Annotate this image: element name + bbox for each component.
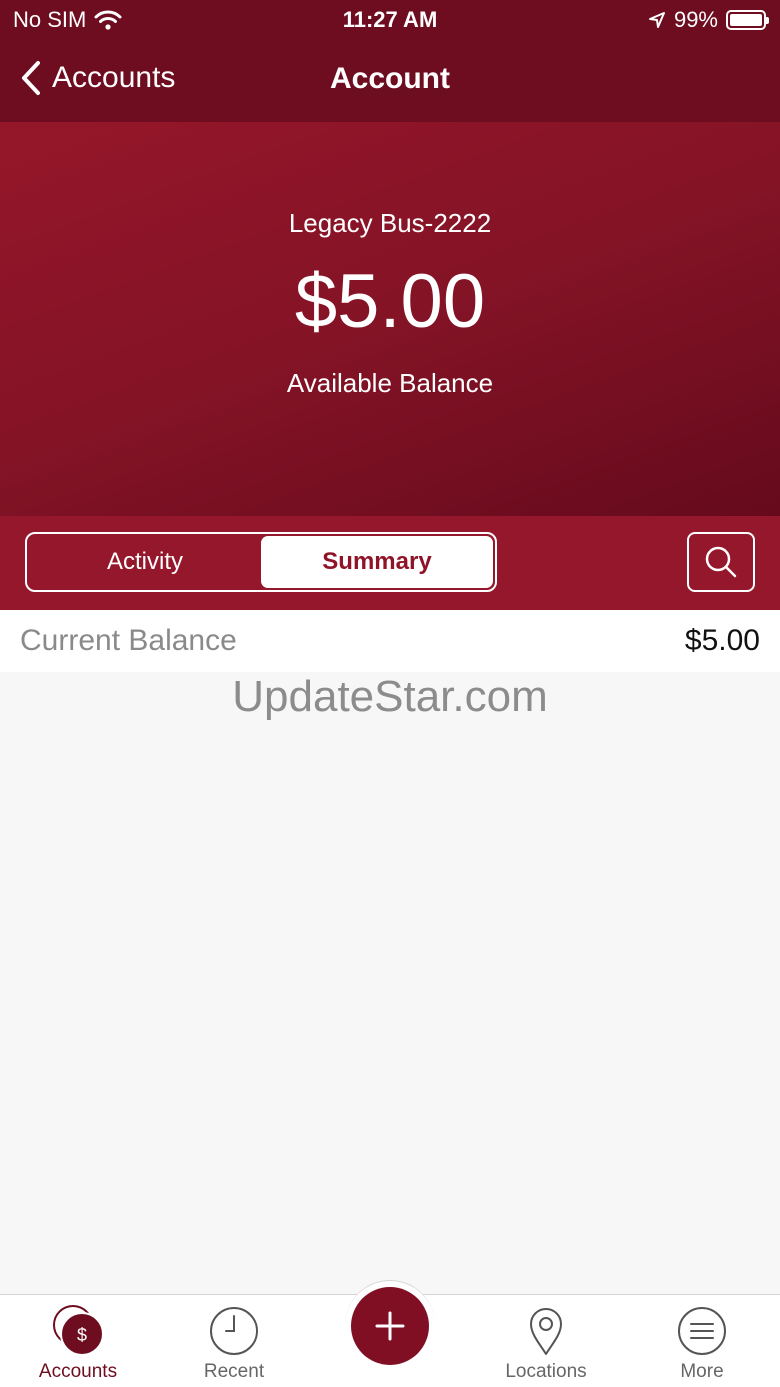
status-bar: No SIM 11:27 AM 99% — [0, 0, 780, 40]
current-balance-label: Current Balance — [20, 624, 237, 657]
tabbar-label: Accounts — [38, 1361, 118, 1382]
back-button[interactable]: Accounts — [20, 60, 175, 96]
battery-percent: 99% — [673, 7, 718, 32]
tabbar-recent[interactable]: Recent — [156, 1305, 312, 1383]
tabbar-more[interactable]: More — [624, 1305, 780, 1383]
tabbar-accounts[interactable]: $ Accounts — [0, 1305, 156, 1383]
dollar-coin-icon: $ — [53, 1305, 104, 1356]
available-balance-amount: $5.00 — [294, 259, 486, 344]
search-button[interactable] — [687, 532, 755, 592]
location-arrow-icon — [648, 12, 665, 28]
current-balance-value: $5.00 — [684, 624, 760, 657]
tab-activity[interactable]: Activity — [29, 536, 261, 588]
menu-icon — [678, 1307, 726, 1355]
add-button[interactable] — [351, 1287, 429, 1365]
account-header: Legacy Bus-2222 $5.00 Available Balance — [0, 122, 780, 516]
top-bar: No SIM 11:27 AM 99% Accounts Account — [0, 0, 780, 122]
status-right: 99% — [648, 7, 769, 33]
back-label: Accounts — [52, 61, 176, 94]
nav-bar: Accounts Account — [0, 48, 780, 112]
tabbar-label: More — [680, 1361, 724, 1382]
clock-icon — [210, 1307, 258, 1355]
available-balance-label: Available Balance — [286, 368, 494, 398]
tab-summary[interactable]: Summary — [261, 536, 493, 588]
battery-icon — [726, 10, 769, 30]
current-balance-row: Current Balance $5.00 — [0, 610, 780, 672]
tabbar-label: Locations — [505, 1361, 587, 1382]
chevron-left-icon — [22, 61, 40, 95]
watermark: UpdateStar.com — [232, 672, 548, 721]
tabs-bar: Activity Summary — [0, 516, 780, 610]
account-name: Legacy Bus-2222 — [288, 208, 492, 238]
tabbar-locations[interactable]: Locations — [468, 1305, 624, 1383]
tabbar-label: Recent — [203, 1361, 265, 1382]
location-pin-icon — [530, 1308, 562, 1355]
search-icon — [705, 546, 737, 578]
svg-text:$: $ — [77, 1325, 87, 1345]
plus-icon — [375, 1311, 405, 1341]
segmented-control: Activity Summary — [25, 532, 497, 592]
